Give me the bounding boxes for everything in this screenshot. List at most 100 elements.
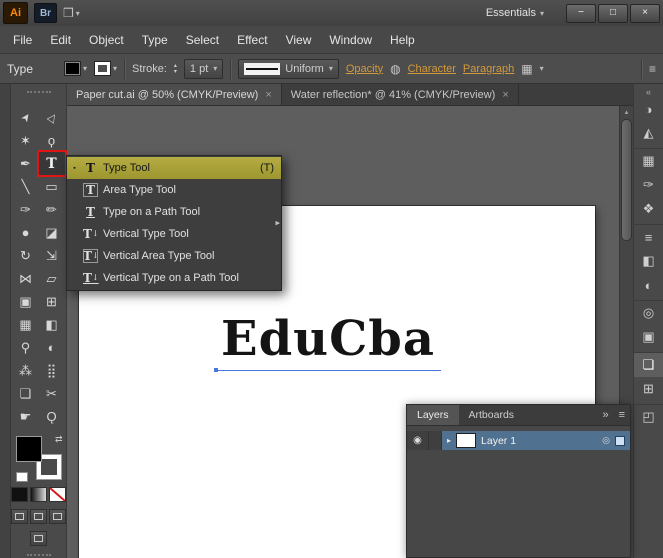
menu-item-type-tool[interactable]: ▪ T Type Tool (T) [67,157,281,179]
tearoff-arrow-icon[interactable]: ▸ [275,218,280,229]
symbols-panel-icon[interactable]: ❖ [634,197,663,221]
gradient-mode-button[interactable] [30,487,47,502]
color-panel-icon[interactable]: ◑ [634,97,663,121]
symbol-sprayer-tool[interactable]: ⁂ [13,359,39,382]
menu-select[interactable]: Select [177,26,228,53]
none-mode-button[interactable] [49,487,66,502]
stroke-color-dropdown[interactable]: ▾ [94,61,117,76]
panel-menu-icon[interactable]: ≡ [649,62,656,76]
layer-selection-indicator[interactable] [615,435,625,446]
fill-color-swatch[interactable] [15,436,42,462]
menu-item-vertical-type-tool[interactable]: T Vertical Type Tool [67,223,281,245]
layer-thumbnail[interactable] [456,433,477,448]
perspective-grid-tool[interactable]: ⊞ [39,290,65,313]
menu-edit[interactable]: Edit [41,26,80,53]
bridge-icon[interactable]: Br [34,3,57,23]
scrollbar-thumb[interactable] [621,119,632,241]
gradient-tool[interactable]: ◧ [39,313,65,336]
menu-effect[interactable]: Effect [228,26,276,53]
artboards-panel-icon[interactable]: ⊞ [634,377,663,401]
paragraph-link[interactable]: Paragraph [463,63,514,75]
tab-paper-cut[interactable]: Paper cut.ai @ 50% (CMYK/Preview) × [67,84,282,105]
menu-item-area-type-tool[interactable]: T Area Type Tool [67,179,281,201]
layer-target-icon[interactable]: ◎ [602,435,610,446]
minimize-button[interactable]: − [566,3,596,23]
character-link[interactable]: Character [408,63,456,75]
width-tool[interactable]: ⋈ [13,267,39,290]
expand-triangle-icon[interactable]: ▸ [447,436,451,445]
stroke-weight-dropdown[interactable]: 1 pt ▾ [183,58,224,79]
zoom-tool[interactable]: Ǫ [39,405,65,428]
stroke-panel-icon[interactable]: ≡ [634,224,663,249]
free-transform-tool[interactable]: ▱ [39,267,65,290]
tab-layers[interactable]: Layers [407,405,459,425]
menu-object[interactable]: Object [80,26,133,53]
slice-tool[interactable]: ✂ [39,382,65,405]
panel-grip[interactable] [26,91,51,93]
eraser-tool[interactable]: ◪ [39,221,65,244]
draw-inside-button[interactable] [49,509,66,524]
menu-window[interactable]: Window [320,26,381,53]
swatches-panel-icon[interactable]: ▦ [634,148,663,173]
pencil-tool[interactable]: ✏ [39,198,65,221]
brushes-panel-icon[interactable]: ✑ [634,173,663,197]
asset-export-panel-icon[interactable]: ◰ [634,404,663,429]
menu-type[interactable]: Type [133,26,177,53]
rotate-tool[interactable]: ↻ [13,244,39,267]
scroll-up-icon[interactable]: ▴ [625,106,629,117]
lock-cell[interactable] [429,431,442,450]
draw-normal-button[interactable] [11,509,28,524]
eyedropper-tool[interactable]: ⚲ [13,336,39,359]
swap-fill-stroke-icon[interactable]: ⇄ [55,434,63,445]
tab-artboards[interactable]: Artboards [459,405,525,425]
tab-water-reflection[interactable]: Water reflection* @ 41% (CMYK/Preview) × [282,84,519,105]
shape-builder-tool[interactable]: ▣ [13,290,39,313]
close-icon[interactable]: × [502,89,508,101]
caret-down-icon[interactable]: ▾ [540,64,544,73]
opacity-link[interactable]: Opacity [346,63,383,75]
menu-item-vertical-area-type-tool[interactable]: T Vertical Area Type Tool [67,245,281,267]
hand-tool[interactable]: ☛ [13,405,39,428]
width-profile-dropdown[interactable]: Uniform ▾ [238,58,339,79]
draw-behind-button[interactable] [30,509,47,524]
maximize-button[interactable]: □ [598,3,628,23]
type-tool[interactable]: T [38,152,65,175]
mesh-tool[interactable]: ▦ [13,313,39,336]
rectangle-tool[interactable]: ▭ [39,175,65,198]
color-mode-button[interactable] [11,487,28,502]
layers-panel-icon[interactable]: ❏ [634,352,663,377]
workspace-dropdown[interactable]: Essentials ▾ [486,7,544,19]
close-button[interactable]: × [630,3,660,23]
paintbrush-tool[interactable]: ✑ [13,198,39,221]
recolor-artwork-icon[interactable]: ◍ [390,62,400,76]
workspace-switcher-icon[interactable]: ❒ ▾ [63,6,80,20]
layer-row[interactable]: ◉ ▸ Layer 1 ◎ [407,431,630,450]
menu-item-vertical-type-on-path-tool[interactable]: T Vertical Type on a Path Tool [67,267,281,289]
line-segment-tool[interactable]: ╲ [13,175,39,198]
dock-expand-icon[interactable]: « [646,86,651,97]
transparency-panel-icon[interactable]: ◐ [634,273,663,297]
menu-help[interactable]: Help [381,26,424,53]
scale-tool[interactable]: ⇲ [39,244,65,267]
layer-name[interactable]: Layer 1 [481,435,597,447]
layer-row-selected[interactable]: ▸ Layer 1 ◎ [442,431,630,450]
align-grid-icon[interactable]: ▦ [521,62,532,76]
screen-mode-button[interactable] [30,531,47,546]
menu-item-type-on-path-tool[interactable]: T Type on a Path Tool [67,201,281,223]
panel-expand-icon[interactable]: » [597,405,613,425]
artboard-tool[interactable]: ❏ [13,382,39,405]
pen-tool[interactable]: ✒ [13,152,39,175]
stroke-weight-stepper[interactable]: ▴ ▾ [174,63,177,75]
panel-grip-bottom[interactable] [26,554,51,556]
appearance-panel-icon[interactable]: ◎ [634,300,663,325]
menu-view[interactable]: View [277,26,321,53]
default-fill-stroke-icon[interactable] [15,472,28,482]
menu-file[interactable]: File [4,26,41,53]
artboard-text-object[interactable]: EduCba [79,311,595,367]
column-graph-tool[interactable]: ⣿ [39,359,65,382]
blob-brush-tool[interactable]: ● [13,221,39,244]
visibility-eye-icon[interactable]: ◉ [407,431,429,450]
fill-color-dropdown[interactable]: ▾ [64,61,87,76]
gradient-panel-icon[interactable]: ◧ [634,249,663,273]
close-icon[interactable]: × [265,89,271,101]
